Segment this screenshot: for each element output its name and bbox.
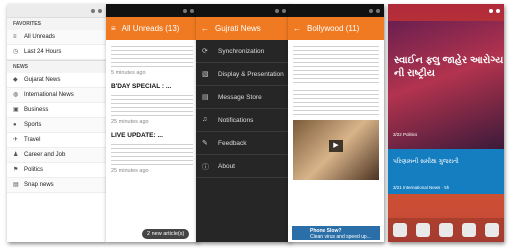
bollywood-phone: ← Bollywood (11) ▶ Phone Slow? Clean vir… [288, 4, 384, 242]
menu-toolbar: ← Gujrati News [196, 17, 290, 40]
video-thumbnail[interactable]: ▶ [293, 120, 379, 180]
status-bar [388, 4, 504, 17]
phone-icon[interactable] [392, 223, 407, 237]
article-time: 5 minutes ago [111, 70, 146, 76]
favorites-header: FAVORITES [7, 17, 106, 30]
drawer-item-gujarat-news[interactable]: ◆ Gujarat News [7, 73, 106, 88]
new-articles-button[interactable]: 2 new article(s) [142, 229, 190, 239]
ball-icon: ● [13, 122, 17, 128]
article-item[interactable]: 5 minutes ago [106, 40, 198, 76]
menu-item-notifications[interactable]: ♫ Notifications [196, 109, 290, 132]
plane-icon: ✈ [13, 137, 19, 143]
article-body [288, 40, 384, 115]
apps-icon[interactable] [438, 223, 453, 237]
drawer-item-politics[interactable]: ⚑ Politics [7, 163, 106, 178]
unreads-phone: ≡ All Unreads (13) 5 minutes ago B'DAY S… [106, 4, 198, 242]
article-item[interactable]: LIVE UPDATE: ... 25 minutes ago [106, 129, 198, 174]
menu-phone: ← Gujrati News ⟳ Synchronization ▧ Display… [196, 4, 290, 242]
page-title: Gujrati News [215, 24, 261, 33]
article-text [293, 87, 379, 115]
image-icon: ▧ [202, 71, 209, 78]
drawer-item-sports[interactable]: ● Sports [7, 118, 106, 133]
article-item[interactable]: B'DAY SPECIAL : ... 25 minutes ago [106, 80, 198, 125]
article-title: B'DAY SPECIAL : ... [111, 83, 172, 90]
play-icon[interactable]: ▶ [329, 140, 343, 152]
article-time: 25 minutes ago [111, 168, 149, 174]
back-icon[interactable]: ← [201, 24, 209, 33]
sync-icon: ⟳ [202, 48, 208, 55]
pin-icon: ◆ [13, 77, 18, 83]
headline: સ્વાઈન ફ્લુ જાહેર આરોગ્ય ની રાષ્ટ્રીય [394, 55, 504, 79]
bell-icon: ♫ [202, 116, 208, 123]
menu-item-message-store[interactable]: ▤ Message Store [196, 86, 290, 109]
hero-image[interactable] [388, 21, 504, 149]
person-icon: ♟ [13, 152, 19, 158]
list-icon: ≡ [13, 34, 17, 40]
briefcase-icon: ▣ [13, 107, 19, 113]
lockscreen-phone: સ્વાઈન ફ્લુ જાહેર આરોગ્ય ની રાષ્ટ્રીય 3/… [388, 4, 504, 242]
article-text [111, 43, 193, 67]
drawer-item-last-24-hours[interactable]: ◷ Last 24 Hours [7, 45, 106, 60]
drawer-phone: FAVORITES ≡ All Unreads ◷ Last 24 Hours NE… [7, 4, 106, 242]
unreads-toolbar: ≡ All Unreads (13) [106, 17, 198, 40]
status-bar [106, 4, 198, 17]
card-meta: 3/21 International News · 5h [393, 185, 450, 190]
store-icon: ▤ [202, 94, 209, 101]
card-meta: 3/22 Politics [393, 132, 418, 137]
bollywood-toolbar: ← Bollywood (11) [288, 17, 384, 40]
menu-item-feedback[interactable]: ✎ Feedback [196, 132, 290, 155]
article-text [293, 43, 379, 83]
contacts-icon[interactable] [415, 223, 430, 237]
feedback-icon: ✎ [202, 140, 208, 147]
drawer-item-international-news[interactable]: ◍ International News [7, 88, 106, 103]
page-title: All Unreads (13) [121, 24, 180, 33]
article-time: 25 minutes ago [111, 119, 149, 125]
globe-icon: ◍ [13, 92, 19, 98]
drawer-item-business[interactable]: ▣ Business [7, 103, 106, 118]
drawer-item-snap-news[interactable]: ▤ Snap news [7, 178, 106, 193]
app-dock [388, 218, 504, 242]
card-text: પરિણામની સમીક્ષા ગુજરાતી [393, 159, 459, 165]
menu-icon[interactable]: ≡ [111, 24, 116, 33]
article-text [111, 141, 193, 165]
drawer-item-all-unreads[interactable]: ≡ All Unreads [7, 30, 106, 45]
info-icon: ⓘ [202, 164, 209, 171]
camera-icon[interactable] [485, 223, 500, 237]
article-text [111, 92, 193, 116]
menu-item-synchronization[interactable]: ⟳ Synchronization [196, 40, 290, 63]
menu-item-about[interactable]: ⓘ About [196, 155, 290, 178]
back-icon[interactable]: ← [293, 24, 301, 33]
clock-icon: ◷ [13, 49, 19, 55]
news-card[interactable]: પરિણામની સમીક્ષા ગુજરાતી 3/21 Internatio… [388, 149, 504, 194]
status-bar [196, 4, 290, 17]
status-bar [7, 4, 106, 17]
article-title: LIVE UPDATE: ... [111, 132, 163, 139]
drawer-item-career-and-job[interactable]: ♟ Career and Job [7, 148, 106, 163]
ad-banner[interactable]: Phone Slow? Clean virus and speed up... [292, 226, 380, 240]
flag-icon: ⚑ [13, 167, 19, 173]
messages-icon[interactable] [462, 223, 477, 237]
drawer-item-travel[interactable]: ✈ Travel [7, 133, 106, 148]
menu-item-display[interactable]: ▧ Display & Presentation [196, 63, 290, 86]
news-icon: ▤ [13, 182, 19, 188]
news-header: NEWS [7, 60, 106, 73]
status-bar [288, 4, 384, 17]
page-title: Bollywood (11) [307, 24, 360, 33]
